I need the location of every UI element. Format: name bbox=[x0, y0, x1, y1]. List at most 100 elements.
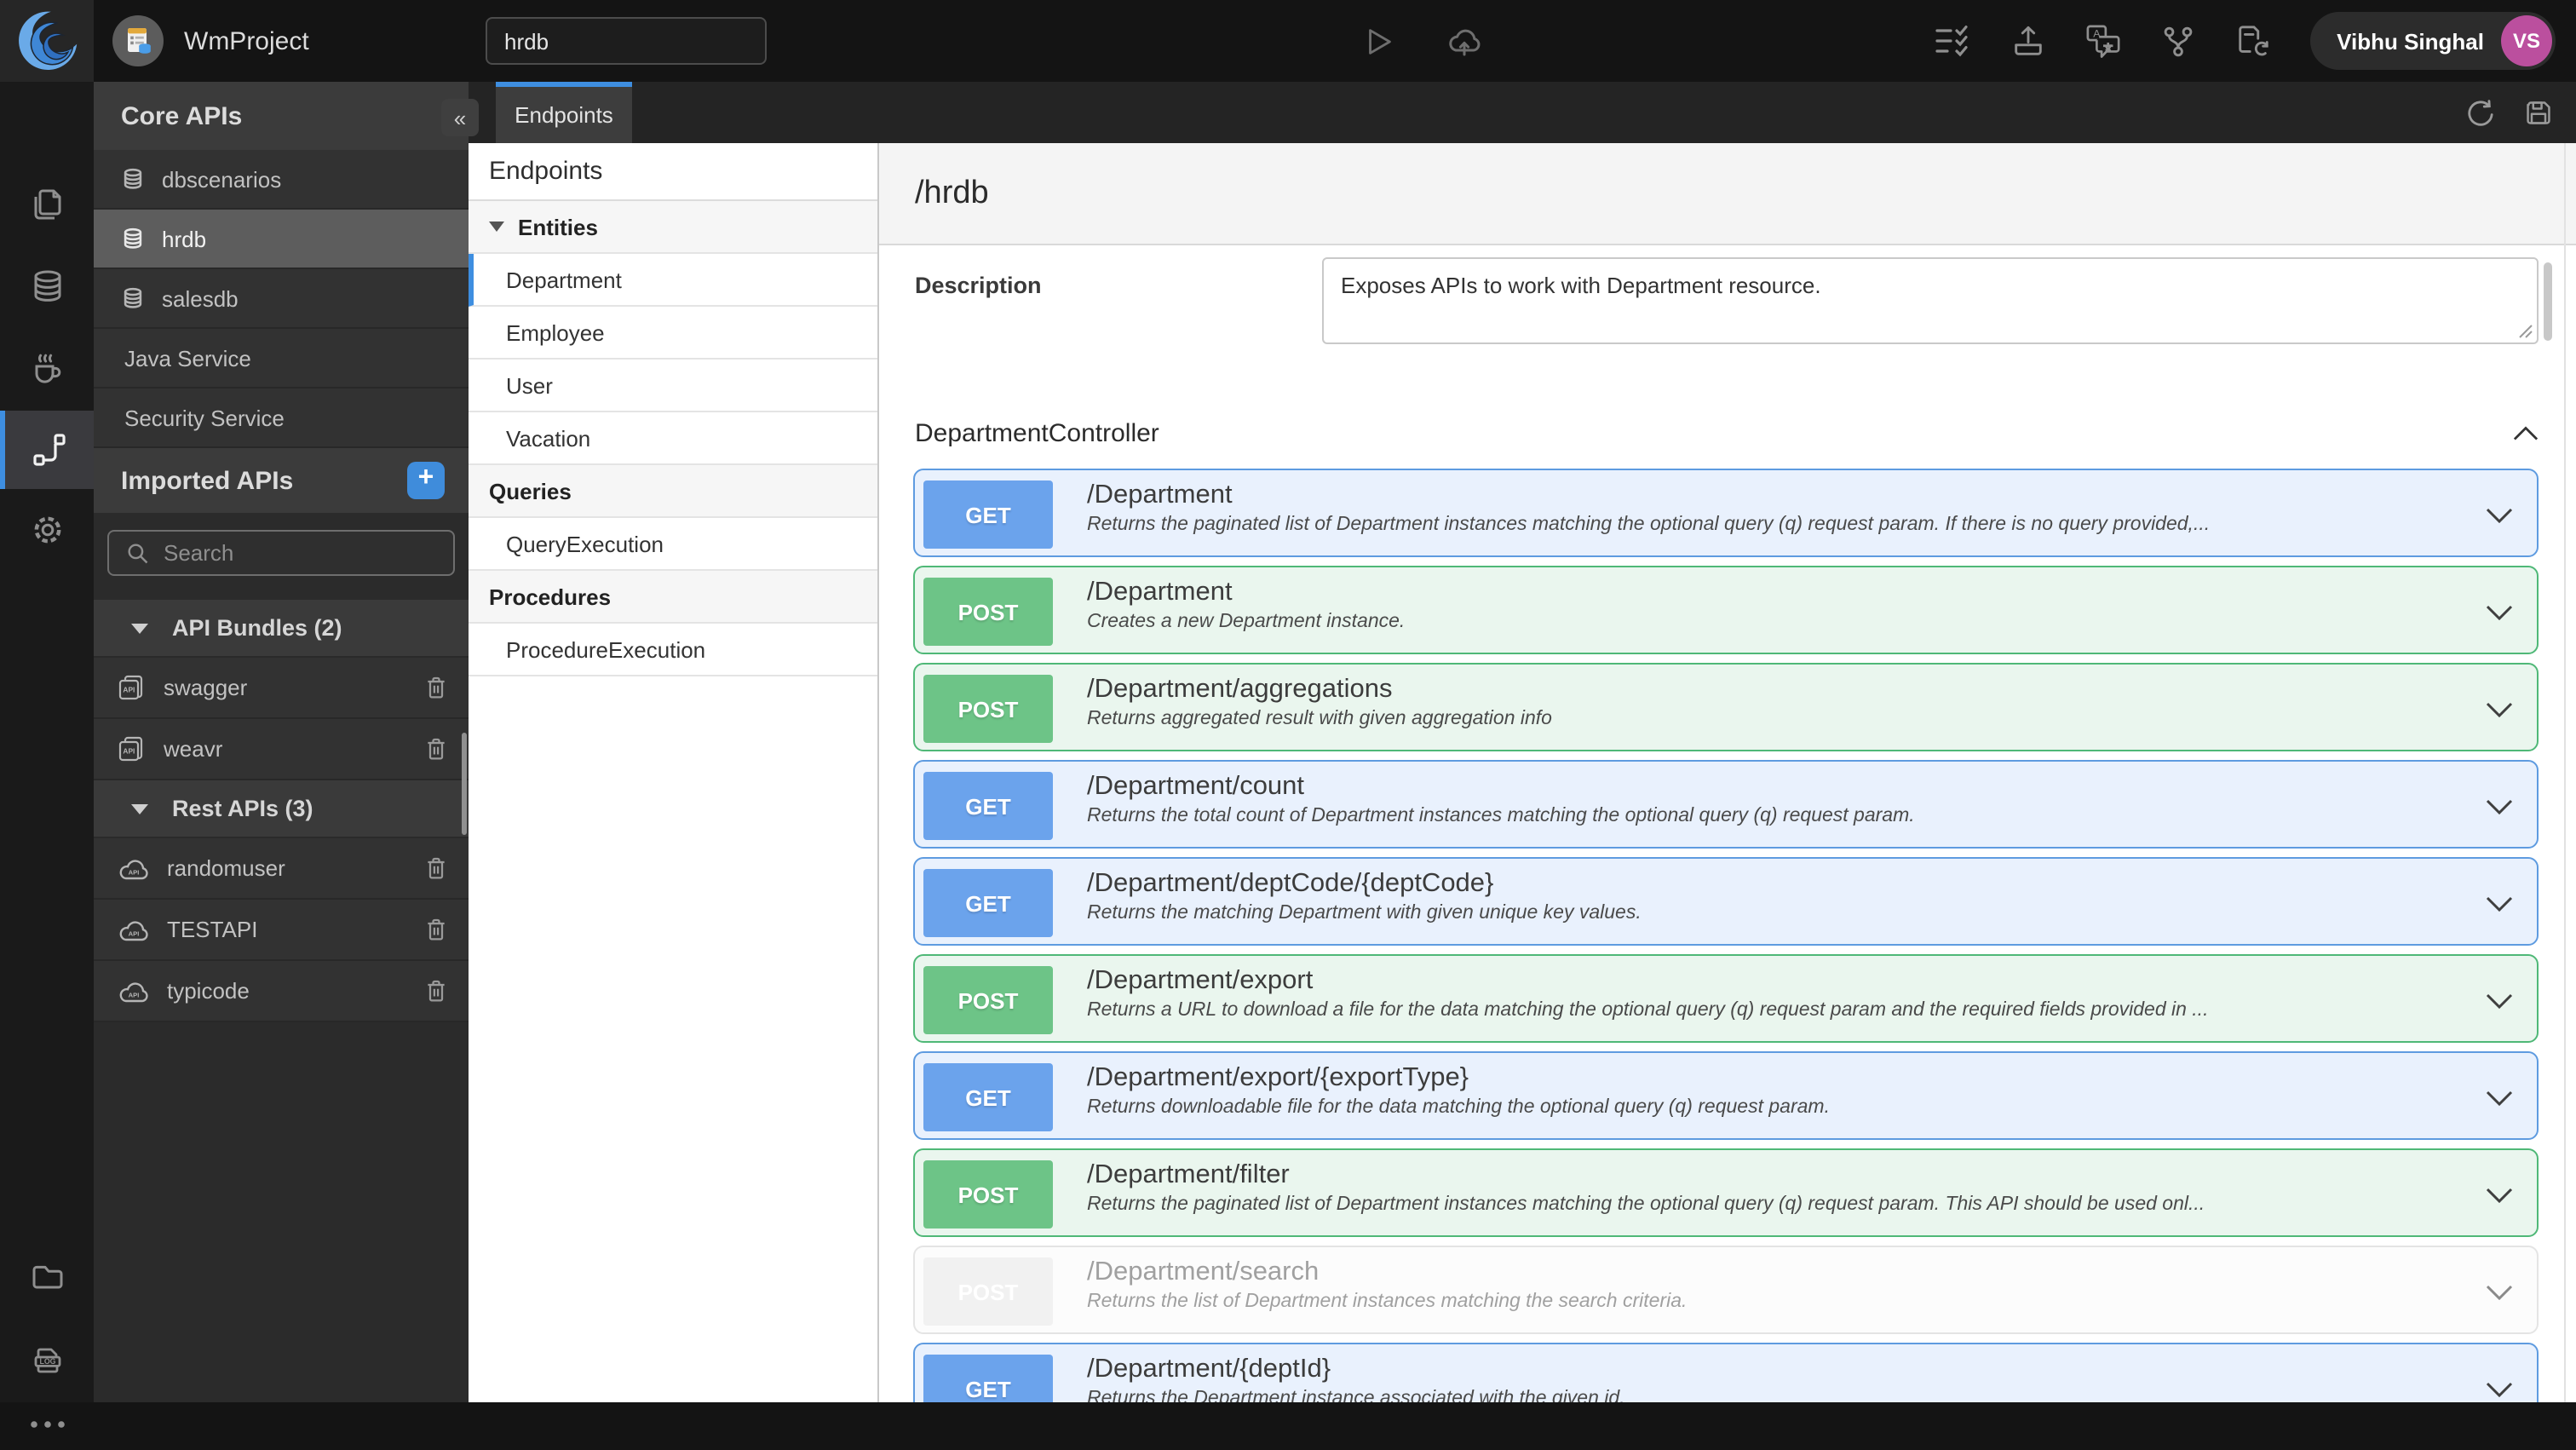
search-icon bbox=[128, 543, 148, 563]
chevron-down-icon[interactable] bbox=[2486, 993, 2513, 1009]
api-item-randomuser[interactable]: API randomuser bbox=[94, 838, 469, 900]
endpoint-row-get-deptcode[interactable]: GET /Department/deptCode/{deptCode} Retu… bbox=[913, 857, 2539, 946]
rail-files-icon[interactable] bbox=[0, 1240, 94, 1315]
chevron-down-icon[interactable] bbox=[2486, 1090, 2513, 1106]
api-item-typicode[interactable]: API typicode bbox=[94, 961, 469, 1022]
delete-icon[interactable] bbox=[424, 917, 448, 942]
endpoint-row-post-filter[interactable]: POST /Department/filter Returns the pagi… bbox=[913, 1148, 2539, 1237]
export-icon[interactable] bbox=[2010, 24, 2045, 58]
endpoint-path: /Department bbox=[1087, 578, 1233, 607]
resize-handle-icon[interactable] bbox=[2518, 324, 2533, 339]
sidebar-title: Core APIs bbox=[94, 82, 469, 150]
api-item-label: weavr bbox=[164, 736, 223, 762]
sidebar-item-salesdb[interactable]: salesdb bbox=[94, 269, 469, 329]
endpoint-row-post-aggregations[interactable]: POST /Department/aggregations Returns ag… bbox=[913, 663, 2539, 751]
user-menu[interactable]: Vibhu Singhal VS bbox=[2309, 12, 2556, 70]
chevron-down-icon[interactable] bbox=[2486, 508, 2513, 523]
endpoint-description: Returns the paginated list of Department… bbox=[1087, 1194, 2205, 1215]
tab-endpoints[interactable]: Endpoints bbox=[496, 82, 632, 143]
group-api-bundles[interactable]: API Bundles (2) bbox=[94, 600, 469, 658]
description-textarea[interactable]: Exposes APIs to work with Department res… bbox=[1322, 257, 2539, 344]
deploy-icon[interactable] bbox=[1443, 24, 1486, 58]
sidebar-item-java-service[interactable]: Java Service bbox=[94, 329, 469, 388]
rail-database-icon[interactable] bbox=[0, 249, 94, 324]
endpoint-path: /Department/filter bbox=[1087, 1160, 1290, 1189]
rail-java-icon[interactable] bbox=[0, 331, 94, 406]
checklist-icon[interactable] bbox=[1933, 24, 1970, 58]
tree-item-procedureexecution[interactable]: ProcedureExecution bbox=[469, 624, 877, 676]
sidebar-search-input[interactable] bbox=[164, 540, 436, 566]
language-icon[interactable]: A bbox=[2084, 23, 2120, 59]
collapse-section-icon[interactable] bbox=[2513, 426, 2539, 441]
method-badge: POST bbox=[923, 578, 1053, 646]
api-item-weavr[interactable]: API weavr bbox=[94, 719, 469, 780]
global-search-input[interactable] bbox=[486, 17, 767, 65]
brand-logo[interactable] bbox=[0, 0, 94, 82]
delete-icon[interactable] bbox=[424, 675, 448, 700]
delete-icon[interactable] bbox=[424, 855, 448, 881]
method-badge: GET bbox=[923, 1355, 1053, 1402]
method-badge: GET bbox=[923, 869, 1053, 937]
chevron-down-icon[interactable] bbox=[2486, 896, 2513, 912]
api-item-testapi[interactable]: API TESTAPI bbox=[94, 900, 469, 961]
delete-icon[interactable] bbox=[424, 978, 448, 1004]
chevron-down-icon[interactable] bbox=[2486, 702, 2513, 717]
tree-section-queries[interactable]: Queries bbox=[469, 465, 877, 518]
endpoint-row-post-search-disabled[interactable]: POST /Department/search Returns the list… bbox=[913, 1246, 2539, 1334]
tree-item-queryexecution[interactable]: QueryExecution bbox=[469, 518, 877, 571]
git-branch-icon[interactable] bbox=[2159, 23, 2195, 59]
page-title: /hrdb bbox=[879, 143, 2576, 245]
endpoint-description: Returns a URL to download a file for the… bbox=[1087, 1000, 2209, 1021]
svg-text:API: API bbox=[123, 685, 135, 693]
api-item-swagger[interactable]: API swagger bbox=[94, 658, 469, 719]
endpoint-description: Creates a new Department instance. bbox=[1087, 612, 1406, 632]
endpoint-list: GET /Department Returns the paginated li… bbox=[913, 469, 2539, 1402]
sidebar-scrollbar[interactable] bbox=[462, 733, 467, 835]
rail-apis-icon-active[interactable] bbox=[0, 411, 94, 489]
tree-item-vacation[interactable]: Vacation bbox=[469, 412, 877, 465]
tree-item-employee[interactable]: Employee bbox=[469, 307, 877, 360]
rail-settings-icon[interactable] bbox=[0, 492, 94, 567]
tree-item-user[interactable]: User bbox=[469, 360, 877, 412]
run-icon[interactable] bbox=[1363, 25, 1395, 57]
sidebar-search[interactable] bbox=[107, 530, 455, 576]
rail-logs-icon[interactable]: LOG bbox=[0, 1324, 94, 1399]
textarea-scrollbar[interactable] bbox=[2544, 262, 2552, 341]
group-rest-apis[interactable]: Rest APIs (3) bbox=[94, 780, 469, 838]
chevron-down-icon[interactable] bbox=[2486, 1382, 2513, 1397]
chevron-down-icon[interactable] bbox=[2486, 1285, 2513, 1300]
tab-actions bbox=[2465, 82, 2552, 143]
endpoint-row-post-export[interactable]: POST /Department/export Returns a URL to… bbox=[913, 954, 2539, 1043]
content-scrollbar-track[interactable] bbox=[2564, 143, 2566, 1402]
endpoint-path: /Department/deptCode/{deptCode} bbox=[1087, 869, 1494, 898]
save-icon[interactable] bbox=[2525, 99, 2552, 126]
svg-text:API: API bbox=[129, 868, 140, 876]
project-switcher[interactable]: WmProject bbox=[112, 0, 309, 82]
endpoint-row-post-department[interactable]: POST /Department Creates a new Departmen… bbox=[913, 566, 2539, 654]
rail-more-icon[interactable] bbox=[0, 1399, 94, 1450]
collapse-sidebar-button[interactable]: « bbox=[441, 99, 479, 136]
endpoint-path: /Department/export/{exportType} bbox=[1087, 1063, 1469, 1092]
tree-section-procedures[interactable]: Procedures bbox=[469, 571, 877, 624]
chevron-down-icon[interactable] bbox=[2486, 605, 2513, 620]
endpoint-row-get-deptid[interactable]: GET /Department/{deptId} Returns the Dep… bbox=[913, 1343, 2539, 1402]
sidebar-item-hrdb[interactable]: hrdb bbox=[94, 210, 469, 269]
delete-icon[interactable] bbox=[424, 736, 448, 762]
tree-item-department[interactable]: Department bbox=[469, 254, 877, 307]
add-api-button[interactable]: + bbox=[407, 462, 445, 499]
endpoint-description: Returns downloadable file for the data m… bbox=[1087, 1097, 1830, 1118]
file-sync-icon[interactable] bbox=[2234, 23, 2270, 59]
sidebar-item-dbscenarios[interactable]: dbscenarios bbox=[94, 150, 469, 210]
tree-section-entities[interactable]: Entities bbox=[469, 201, 877, 254]
chevron-down-icon[interactable] bbox=[2486, 1188, 2513, 1203]
sidebar-item-security-service[interactable]: Security Service bbox=[94, 388, 469, 448]
endpoint-row-get-count[interactable]: GET /Department/count Returns the total … bbox=[913, 760, 2539, 849]
chevron-down-icon[interactable] bbox=[2486, 799, 2513, 814]
method-badge: POST bbox=[923, 1160, 1053, 1228]
database-icon bbox=[124, 287, 142, 308]
endpoint-row-get-department[interactable]: GET /Department Returns the paginated li… bbox=[913, 469, 2539, 557]
refresh-icon[interactable] bbox=[2465, 98, 2494, 127]
rail-pages-icon[interactable] bbox=[0, 167, 94, 242]
tree-item-label: QueryExecution bbox=[506, 531, 664, 556]
endpoint-row-get-exporttype[interactable]: GET /Department/export/{exportType} Retu… bbox=[913, 1051, 2539, 1140]
